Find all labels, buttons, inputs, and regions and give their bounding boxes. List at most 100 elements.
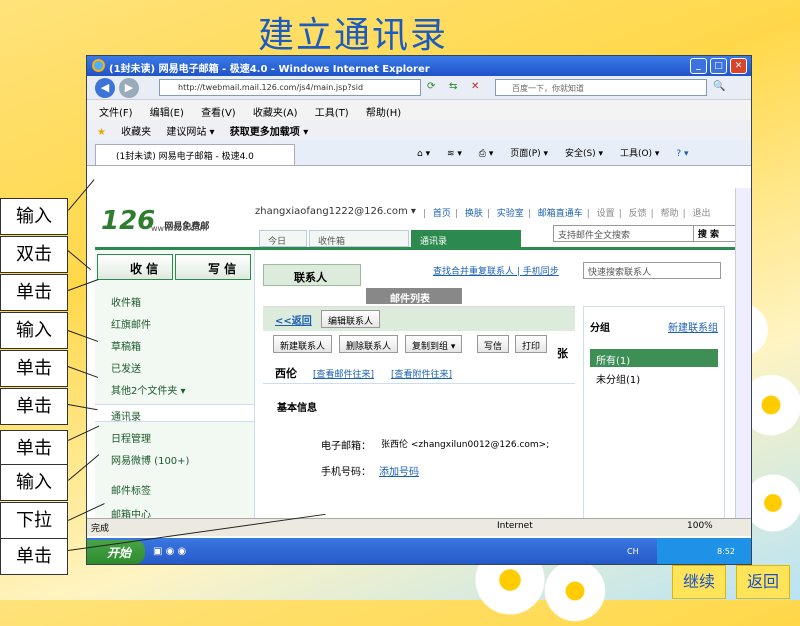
stop-icon[interactable]: ✕: [471, 81, 479, 92]
phone-sync-link[interactable]: 手机同步: [523, 267, 559, 277]
quick-launch-icons[interactable]: ▣ ◉ ◉: [153, 546, 186, 557]
menu-favorites[interactable]: 收藏夹(A): [253, 108, 298, 119]
minimize-button[interactable]: _: [690, 58, 707, 74]
step-label: 输入: [0, 312, 68, 349]
back-link[interactable]: <<返回: [275, 312, 312, 327]
forward-arrow-icon[interactable]: ▶: [119, 78, 139, 98]
card-strip: <<返回 编辑联系人: [263, 307, 575, 331]
step-label: 单击: [0, 538, 68, 575]
email-value: 张西伦 <zhangxilun0012@126.com>;: [381, 440, 550, 450]
folder-weibo[interactable]: 网易微博 (100+): [111, 452, 189, 467]
menu-view[interactable]: 查看(V): [201, 108, 236, 119]
step-label: 下拉: [0, 502, 68, 539]
folder-tags[interactable]: 邮件标签: [111, 482, 151, 497]
link-lab[interactable]: 实验室: [497, 209, 524, 219]
top-links: | 首页 | 换肤 | 实验室 | 邮箱直通车 | 设置 | 反馈 | 帮助 | 退出: [423, 209, 711, 219]
ie-icon: [92, 59, 105, 72]
link-settings[interactable]: 设置: [597, 209, 615, 219]
browser-search-input[interactable]: 百度一下，你就知道: [495, 79, 707, 96]
page-menu[interactable]: 页面(P) ▾: [510, 149, 548, 159]
tab-contacts[interactable]: 通讯录: [411, 230, 521, 247]
menu-edit[interactable]: 编辑(E): [150, 108, 184, 119]
user-account[interactable]: zhangxiaofang1222@126.com ▾: [255, 206, 416, 217]
link-express[interactable]: 邮箱直通车: [538, 209, 583, 219]
write-mail-button[interactable]: 写信: [477, 335, 510, 353]
folder-inbox[interactable]: 收件箱: [111, 294, 141, 309]
folder-flagged[interactable]: 红旗邮件: [111, 316, 151, 331]
compat-icon[interactable]: ⇆: [449, 81, 457, 92]
refresh-icon[interactable]: ⟳: [427, 81, 435, 92]
receive-button[interactable]: 收 信: [97, 254, 173, 280]
contact-name: 西伦: [275, 367, 297, 380]
contacts-links: 查找合并重复联系人 | 手机同步: [433, 267, 559, 277]
view-attachments-link[interactable]: [查看附件往来]: [391, 367, 452, 380]
favorites-bar: ★ 收藏夹 建议网站 ▾ 获取更多加载项 ▾: [87, 120, 751, 140]
suggested-sites[interactable]: 建议网站 ▾: [166, 127, 214, 138]
copy-to-group-button[interactable]: 复制到组 ▾: [405, 335, 463, 353]
tab-inbox[interactable]: 收件箱: [309, 230, 409, 247]
print-icon[interactable]: ⎙ ▾: [479, 149, 494, 159]
zoom-level[interactable]: 100%: [687, 521, 713, 531]
link-help[interactable]: 帮助: [661, 209, 679, 219]
command-bar: ⌂ ▾ ≋ ▾ ⎙ ▾ 页面(P) ▾ 安全(S) ▾ 工具(O) ▾ ? ▾: [417, 146, 702, 159]
help-icon[interactable]: ? ▾: [676, 149, 688, 159]
contacts-tab[interactable]: 联系人: [263, 264, 361, 286]
browser-tab[interactable]: (1封未读) 网易电子邮箱 - 极速4.0: [95, 144, 295, 165]
safety-menu[interactable]: 安全(S) ▾: [565, 149, 603, 159]
link-logout[interactable]: 退出: [692, 209, 710, 219]
new-group-link[interactable]: 新建联系组: [668, 319, 718, 334]
link-feedback[interactable]: 反馈: [629, 209, 647, 219]
get-addons[interactable]: 获取更多加载项 ▾: [230, 127, 309, 138]
group-all[interactable]: 所有(1): [590, 349, 718, 367]
language-indicator[interactable]: CH: [627, 547, 639, 556]
feed-icon[interactable]: ≋ ▾: [447, 149, 462, 159]
tab-today[interactable]: 今日: [259, 230, 307, 247]
folder-more[interactable]: 其他2个文件夹 ▾: [111, 382, 186, 397]
edit-contact-button[interactable]: 编辑联系人: [321, 310, 381, 328]
vertical-scrollbar[interactable]: [735, 188, 751, 518]
favorites-button[interactable]: 收藏夹: [121, 127, 151, 138]
add-phone-link[interactable]: 添加号码: [379, 463, 419, 478]
window-titlebar: (1封未读) 网易电子邮箱 - 极速4.0 - Windows Internet…: [87, 56, 751, 76]
folder-calendar[interactable]: 日程管理: [111, 430, 151, 445]
compose-button[interactable]: 写 信: [175, 254, 251, 280]
back-arrow-icon[interactable]: ◀: [95, 78, 115, 98]
new-contact-button[interactable]: 新建联系人: [273, 335, 333, 353]
clock: 8:52: [717, 547, 735, 556]
close-button[interactable]: ✕: [730, 58, 747, 74]
browser-window: (1封未读) 网易电子邮箱 - 极速4.0 - Windows Internet…: [86, 55, 752, 565]
menu-bar: 文件(F) 编辑(E) 查看(V) 收藏夹(A) 工具(T) 帮助(H): [87, 100, 751, 120]
link-skin[interactable]: 换肤: [465, 209, 483, 219]
maximize-button[interactable]: □: [710, 58, 727, 74]
status-text: 完成: [91, 524, 110, 534]
internet-zone: Internet: [497, 521, 533, 531]
delete-contact-button[interactable]: 删除联系人: [339, 335, 399, 353]
browser-tab-bar: (1封未读) 网易电子邮箱 - 极速4.0 ⌂ ▾ ≋ ▾ ⎙ ▾ 页面(P) …: [87, 140, 751, 166]
contact-search-input[interactable]: 快速搜索联系人: [583, 262, 721, 279]
view-mail-link[interactable]: [查看邮件往来]: [313, 367, 374, 380]
mail-search-button[interactable]: 搜 索: [692, 225, 723, 242]
search-icon[interactable]: 🔍: [713, 81, 725, 92]
mail-sidebar: 收 信 写 信 收件箱 红旗邮件 草稿箱 已发送 其他2个文件夹 ▾ 通讯录 日…: [95, 250, 255, 521]
folder-sent[interactable]: 已发送: [111, 360, 141, 375]
menu-file[interactable]: 文件(F): [99, 108, 133, 119]
merge-duplicates-link[interactable]: 查找合并重复联系人: [433, 267, 514, 277]
menu-help[interactable]: 帮助(H): [366, 108, 401, 119]
link-home[interactable]: 首页: [433, 209, 451, 219]
url-input[interactable]: http://twebmail.mail.126.com/js4/main.js…: [159, 79, 421, 96]
home-icon[interactable]: ⌂ ▾: [417, 149, 430, 159]
folder-contacts[interactable]: 通讯录: [95, 404, 254, 423]
basic-info-heading: 基本信息: [277, 403, 317, 414]
return-button[interactable]: 返回: [736, 565, 790, 599]
star-icon: ★: [97, 127, 106, 138]
menu-tools[interactable]: 工具(T): [315, 108, 349, 119]
folder-drafts[interactable]: 草稿箱: [111, 338, 141, 353]
group-ungrouped[interactable]: 未分组(1): [596, 371, 640, 386]
continue-button[interactable]: 继续: [672, 565, 726, 599]
print-button[interactable]: 打印: [515, 335, 548, 353]
mail-page: 126 网易免费邮 www.126.com zhangxiaofang1222@…: [87, 188, 750, 521]
step-label: 双击: [0, 236, 68, 273]
contacts-content: 联系人 查找合并重复联系人 | 手机同步 快速搜索联系人 邮件列表 <<返回 编…: [263, 258, 737, 520]
tools-menu[interactable]: 工具(O) ▾: [620, 149, 660, 159]
mail-search-input[interactable]: 支持邮件全文搜索 搜 索: [553, 225, 750, 242]
